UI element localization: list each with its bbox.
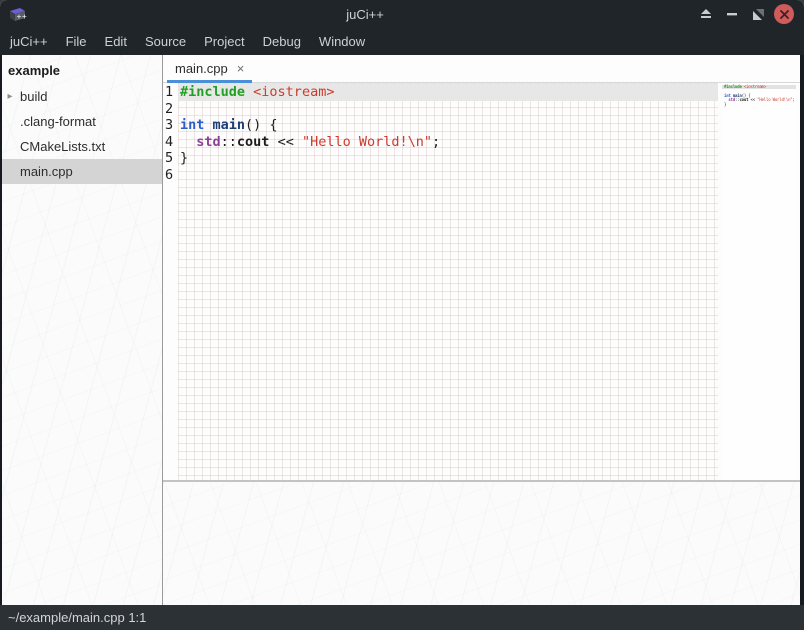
tree-item-label: main.cpp <box>20 164 73 179</box>
tree-item-label: .clang-format <box>20 114 96 129</box>
minimap-line-4: std::cout << "Hello World!\n"; <box>722 98 796 102</box>
code-editor[interactable]: 123456 #include <iostream> int main() { … <box>163 83 804 480</box>
tabbar: main.cpp × <box>163 55 804 83</box>
tree-item-clang-format[interactable]: .clang-format <box>0 109 162 134</box>
menu-item-debug[interactable]: Debug <box>254 28 310 55</box>
menu-item-project[interactable]: Project <box>195 28 253 55</box>
file-tree-panel: example ▸build .clang-format CMakeLists.tx… <box>0 55 163 605</box>
menu-item-juci[interactable]: juCi++ <box>1 28 57 55</box>
line-number-gutter: 123456 <box>163 83 178 480</box>
line-number: 4 <box>165 134 178 151</box>
menu-item-file[interactable]: File <box>57 28 96 55</box>
code-line-5[interactable]: } <box>178 150 718 167</box>
menu-item-edit[interactable]: Edit <box>96 28 136 55</box>
line-number: 2 <box>165 101 178 118</box>
tab-close-icon[interactable]: × <box>237 62 245 75</box>
titlebar[interactable]: ++ juCi++ <box>0 0 804 28</box>
menu-item-source[interactable]: Source <box>136 28 195 55</box>
line-number: 3 <box>165 117 178 134</box>
minimap[interactable]: #include <iostream> int main() { std::co… <box>722 83 796 480</box>
svg-text:++: ++ <box>16 12 27 20</box>
tree-item-label: CMakeLists.txt <box>20 139 105 154</box>
code-line-3[interactable]: int main() { <box>178 117 718 134</box>
terminal-pane[interactable] <box>163 482 804 605</box>
line-number: 1 <box>165 84 178 101</box>
status-file-position: ~/example/main.cpp 1:1 <box>8 610 146 625</box>
code-line-4[interactable]: std::cout << "Hello World!\n"; <box>178 134 718 151</box>
tree-item-main-cpp[interactable]: main.cpp <box>0 159 162 184</box>
expander-icon[interactable]: ▸ <box>0 91 20 102</box>
juci-window: ++ juCi++ juCi++FileEditSourceProjectDeb… <box>0 0 804 630</box>
tree-item-cmakelists-txt[interactable]: CMakeLists.txt <box>0 134 162 159</box>
code-line-6[interactable] <box>178 167 718 184</box>
file-tree: ▸build .clang-format CMakeLists.txt main.cp… <box>0 84 162 184</box>
minimap-line-6 <box>722 107 796 111</box>
window-edge-left <box>0 55 2 605</box>
close-button[interactable] <box>774 4 794 24</box>
app-logo-icon: ++ <box>0 6 34 23</box>
tab-main-cpp[interactable]: main.cpp × <box>167 55 252 82</box>
restore-button[interactable] <box>748 4 768 24</box>
code-line-1[interactable]: #include <iostream> <box>178 84 718 101</box>
project-root-label: example <box>0 55 162 84</box>
tree-item-label: build <box>20 89 47 104</box>
tab-label: main.cpp <box>175 61 228 76</box>
statusbar: ~/example/main.cpp 1:1 <box>0 605 804 630</box>
code-line-2[interactable] <box>178 101 718 118</box>
tree-item-build[interactable]: ▸build <box>0 84 162 109</box>
window-controls <box>696 4 804 24</box>
line-number: 6 <box>165 167 178 184</box>
window-edge-right <box>800 55 804 605</box>
active-tab-indicator <box>167 80 252 83</box>
window-title: juCi++ <box>34 7 696 22</box>
shade-button[interactable] <box>696 4 716 24</box>
code-area[interactable]: #include <iostream> int main() { std::co… <box>178 83 718 480</box>
line-number: 5 <box>165 150 178 167</box>
menubar: juCi++FileEditSourceProjectDebugWindow <box>0 28 804 55</box>
menu-item-window[interactable]: Window <box>310 28 374 55</box>
minimize-button[interactable] <box>722 4 742 24</box>
